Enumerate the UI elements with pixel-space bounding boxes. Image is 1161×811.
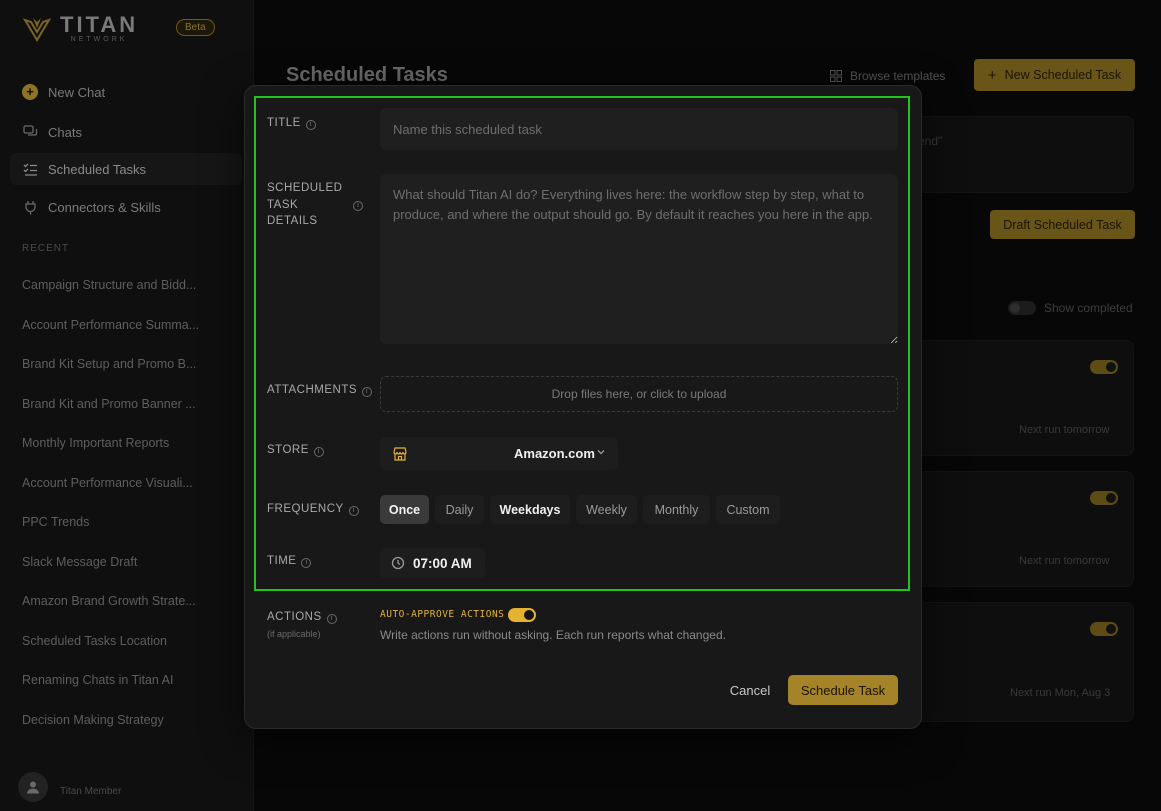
recent-chat-item[interactable]: Decision Making Strategy <box>22 713 210 727</box>
task-next-run: Next run tomorrow <box>1019 424 1110 436</box>
auto-approve-toggle[interactable] <box>508 608 536 622</box>
attachments-label: ATTACHMENTS i <box>267 382 373 399</box>
brand-sub: NETWORK <box>70 36 128 43</box>
browse-label: Browse templates <box>850 69 946 83</box>
titan-wing-icon <box>22 18 52 42</box>
clock-icon <box>391 556 405 570</box>
auto-approve-description: Write actions run without asking. Each r… <box>380 628 726 642</box>
recent-heading: RECENT <box>22 243 70 254</box>
user-icon <box>27 781 39 794</box>
nav-label: Scheduled Tasks <box>48 161 147 177</box>
info-icon[interactable]: i <box>326 614 337 624</box>
chevron-down-icon <box>597 450 605 455</box>
sidebar-item-scheduled-tasks[interactable]: Scheduled Tasks <box>10 153 242 185</box>
title-input[interactable] <box>380 108 898 150</box>
actions-sublabel: (if applicable) <box>267 629 321 639</box>
chat-icon <box>22 124 38 140</box>
frequency-weekly[interactable]: Weekly <box>576 495 637 524</box>
store-label: STORE i <box>267 442 324 459</box>
info-icon[interactable]: i <box>305 120 316 130</box>
info-icon[interactable]: i <box>301 558 312 568</box>
info-icon[interactable]: i <box>348 506 359 516</box>
title-label: TITLE i <box>267 115 316 132</box>
recent-chat-item[interactable]: Slack Message Draft <box>22 555 210 569</box>
task-next-run: Next run Mon, Aug 3 <box>1010 687 1111 699</box>
cancel-button[interactable]: Cancel <box>722 676 778 704</box>
time-label: TIME i <box>267 553 312 570</box>
file-dropzone[interactable]: Drop files here, or click to upload <box>380 376 898 412</box>
nav-label: Connectors & Skills <box>48 199 161 215</box>
sidebar-item-chats[interactable]: Chats <box>10 116 242 148</box>
recent-chat-item[interactable]: Monthly Important Reports <box>22 436 210 450</box>
frequency-custom[interactable]: Custom <box>716 495 780 524</box>
user-name: Titan Member <box>60 786 122 797</box>
frequency-monthly[interactable]: Monthly <box>643 495 710 524</box>
task-toggle[interactable] <box>1090 360 1118 374</box>
store-icon <box>393 447 407 461</box>
recent-chat-item[interactable]: Brand Kit and Promo Banner ... <box>22 397 210 411</box>
prompt-card <box>900 116 1134 193</box>
details-label: SCHEDULED TASK DETAILS <box>267 182 343 227</box>
task-next-run: Next run tomorrow <box>1019 555 1110 567</box>
info-icon[interactable]: i <box>313 447 324 457</box>
beta-badge: Beta <box>176 19 215 36</box>
store-value: Amazon.com <box>514 446 595 461</box>
recent-chat-item[interactable]: Scheduled Tasks Location <box>22 634 210 648</box>
nav-label: New Chat <box>48 84 106 100</box>
recent-chat-item[interactable]: Amazon Brand Growth Strate... <box>22 594 210 608</box>
draft-scheduled-task-button[interactable]: Draft Scheduled Task <box>990 210 1135 239</box>
user-avatar[interactable] <box>18 772 48 802</box>
grid-icon <box>830 70 842 82</box>
checklist-icon <box>22 161 38 177</box>
store-select[interactable]: Amazon.com <box>380 437 618 470</box>
recent-chat-item[interactable]: PPC Trends <box>22 515 210 529</box>
time-picker[interactable]: 07:00 AM <box>380 548 485 578</box>
show-completed-toggle[interactable] <box>1008 301 1036 315</box>
task-card[interactable] <box>900 602 1134 722</box>
new-chat-button[interactable]: + New Chat <box>10 76 242 108</box>
plug-icon <box>22 199 38 215</box>
recent-chat-item[interactable]: Account Performance Visuali... <box>22 476 210 490</box>
schedule-task-button[interactable]: Schedule Task <box>788 675 898 705</box>
info-icon[interactable]: i <box>362 387 373 397</box>
plus-circle-icon: + <box>22 84 38 100</box>
auto-approve-label: AUTO-APPROVE ACTIONS <box>380 609 505 620</box>
frequency-weekdays[interactable]: Weekdays <box>490 495 570 524</box>
frequency-once[interactable]: Once <box>380 495 429 524</box>
info-icon[interactable]: i <box>353 201 363 211</box>
nav-label: Chats <box>48 124 82 140</box>
recent-chat-item[interactable]: Account Performance Summa... <box>22 318 210 332</box>
plus-icon: + <box>987 66 997 84</box>
time-value: 07:00 AM <box>413 555 472 571</box>
draft-label: Draft Scheduled Task <box>1003 217 1122 232</box>
task-card[interactable] <box>900 340 1134 456</box>
dropzone-text: Drop files here, or click to upload <box>551 387 727 401</box>
frequency-label: FREQUENCY i <box>267 501 359 518</box>
brand-name: TITAN <box>60 12 139 37</box>
browse-templates-button[interactable]: Browse templates <box>830 69 945 83</box>
recent-chat-item[interactable]: Renaming Chats in Titan AI <box>22 673 210 687</box>
task-card[interactable] <box>900 471 1134 587</box>
sidebar: TITAN NETWORK Beta + New Chat Chats Sche… <box>0 0 254 811</box>
page-title: Scheduled Tasks <box>286 64 448 86</box>
new-scheduled-task-button[interactable]: + New Scheduled Task <box>974 59 1135 91</box>
actions-label: ACTIONS i <box>267 609 337 626</box>
frequency-daily[interactable]: Daily <box>435 495 484 524</box>
task-toggle[interactable] <box>1090 491 1118 505</box>
task-toggle[interactable] <box>1090 622 1118 636</box>
recent-chat-item[interactable]: Campaign Structure and Bidd... <box>22 278 210 292</box>
sidebar-item-connectors[interactable]: Connectors & Skills <box>10 191 242 223</box>
details-textarea[interactable] <box>380 174 898 344</box>
show-completed-label: Show completed <box>1044 301 1133 315</box>
brand-logo[interactable]: TITAN NETWORK <box>22 14 138 44</box>
new-task-label: New Scheduled Task <box>1004 68 1122 82</box>
recent-chat-item[interactable]: Brand Kit Setup and Promo B... <box>22 357 210 371</box>
